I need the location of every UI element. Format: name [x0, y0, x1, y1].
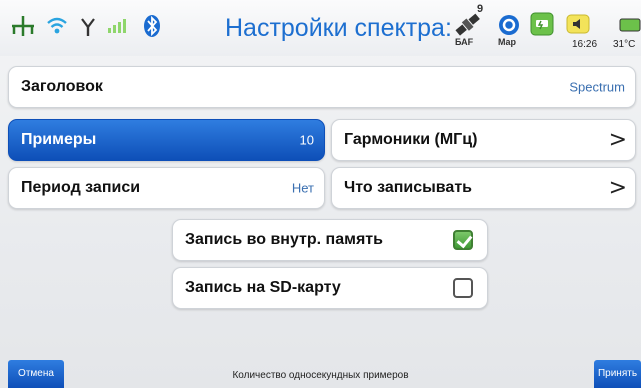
what-to-record-row[interactable]: Что записывать >	[331, 167, 636, 209]
network-icon	[12, 16, 34, 36]
speaker-icon[interactable]	[566, 14, 590, 34]
chevron-right-icon: >	[608, 127, 627, 153]
samples-row[interactable]: Примеры 10	[8, 119, 325, 161]
bluetooth-icon	[144, 15, 160, 37]
map-icon[interactable]	[498, 14, 520, 36]
wifi-icon	[47, 17, 67, 34]
satellite-count: 9	[477, 3, 484, 15]
internal-memory-row-label: Запись во внутр. память	[185, 231, 383, 248]
status-bar: Настройки спектра: 9 БАF Map 16:26 31°C	[0, 0, 641, 56]
internal-memory-row[interactable]: Запись во внутр. память	[172, 219, 488, 261]
harmonics-row-label: Гармоники (МГц)	[344, 131, 478, 148]
chevron-right-icon: >	[608, 175, 627, 201]
battery-status-icon[interactable]	[530, 12, 554, 36]
samples-row-value: 10	[299, 132, 314, 148]
hint-text: Количество односекундных примеров	[232, 370, 409, 381]
title-row-value: Spectrum	[569, 79, 625, 95]
samples-row-label: Примеры	[21, 131, 97, 148]
antenna-icon	[81, 18, 95, 36]
record-period-row-label: Период записи	[21, 179, 141, 196]
battery-icon	[619, 18, 641, 32]
harmonics-row[interactable]: Гармоники (МГц) >	[331, 119, 636, 161]
page-title: Настройки спектра:	[225, 14, 452, 42]
record-period-row-value: Нет	[291, 180, 314, 196]
clock: 16:26	[572, 39, 598, 50]
signal-icon	[108, 19, 126, 33]
what-to-record-row-label: Что записывать	[344, 179, 472, 196]
satellite-label: БАF	[455, 37, 474, 47]
temperature: 31°C	[613, 39, 636, 50]
title-row-label: Заголовок	[21, 78, 103, 95]
record-period-row[interactable]: Период записи Нет	[8, 167, 325, 209]
map-label: Map	[498, 37, 516, 47]
title-row[interactable]: Заголовок Spectrum	[8, 66, 636, 108]
sd-card-row-label: Запись на SD-карту	[185, 279, 341, 296]
sd-card-row[interactable]: Запись на SD-карту	[172, 267, 488, 309]
sd-card-checkbox[interactable]	[453, 278, 473, 298]
accept-button[interactable]: Принять	[594, 360, 641, 388]
internal-memory-checkbox[interactable]	[453, 230, 473, 250]
